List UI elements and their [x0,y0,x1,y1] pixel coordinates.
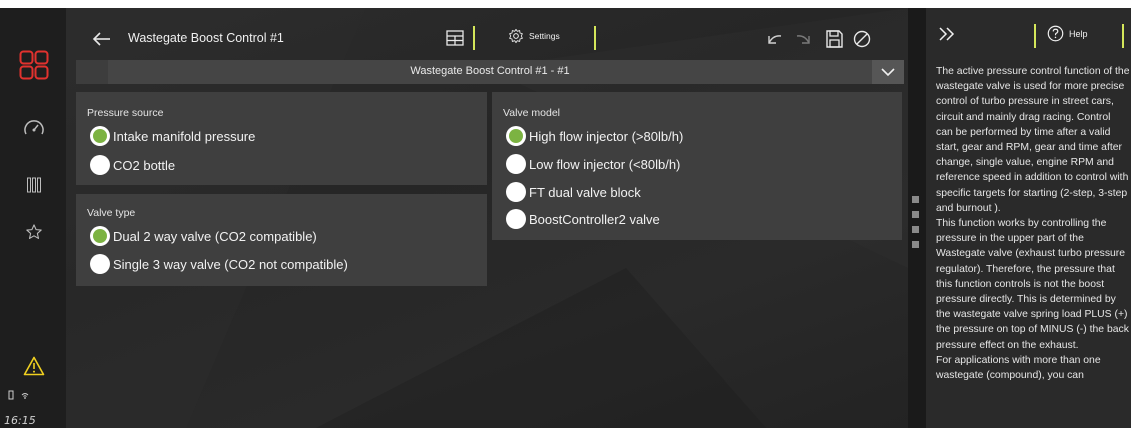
option-label: CO2 bottle [113,157,176,173]
undo-icon[interactable] [763,28,785,50]
toolbar-separator [473,26,475,50]
toolbar-separator [1034,24,1036,48]
valve-type-panel: Valve type Dual 2 way valve (CO2 compati… [76,194,487,286]
save-icon[interactable] [823,28,845,50]
main-pane: Wastegate Boost Control #1 Settings Wast… [66,8,908,428]
valve-model-title: Valve model [503,107,561,119]
help-circle-icon [1047,25,1064,42]
option-label: Intake manifold pressure [113,128,256,144]
help-label: Help [1069,28,1088,39]
device-status-icons [8,390,32,403]
back-arrow-icon[interactable] [90,27,114,51]
option-label: Single 3 way valve (CO2 not compatible) [113,256,348,272]
valve-model-option[interactable]: Low flow injector (<80lb/h) [506,154,680,174]
valve-model-option[interactable]: BoostController2 valve [506,209,660,229]
radio-unselected[interactable] [506,209,526,229]
app-window: 16:15 Wastegate Boost Control #1 Setting… [0,8,1131,428]
page-title: Wastegate Boost Control #1 [128,31,284,45]
valve-type-option[interactable]: Dual 2 way valve (CO2 compatible) [90,226,317,246]
radio-unselected[interactable] [90,254,110,274]
option-label: BoostController2 valve [529,211,660,227]
warning-icon[interactable] [17,349,51,383]
left-nav-rail: 16:15 [0,8,66,428]
toolbar-separator [594,26,596,50]
radio-selected[interactable] [506,126,526,146]
valve-model-panel: Valve model High flow injector (>80lb/h)… [492,92,902,240]
valve-model-option[interactable]: High flow injector (>80lb/h) [506,126,683,146]
radio-unselected[interactable] [506,182,526,202]
selector-prev[interactable] [76,60,108,84]
selector-label: Wastegate Boost Control #1 - #1 [410,65,570,77]
redo-icon[interactable] [793,28,815,50]
valve-model-option[interactable]: FT dual valve block [506,182,641,202]
top-toolbar: Wastegate Boost Control #1 Settings [76,18,898,60]
star-icon[interactable] [17,215,51,249]
clock: 16:15 [4,414,36,427]
valve-type-option[interactable]: Single 3 way valve (CO2 not compatible) [90,254,348,274]
option-label: Low flow injector (<80lb/h) [529,156,681,172]
settings-gear-icon [509,28,523,44]
instance-selector[interactable]: Wastegate Boost Control #1 - #1 [76,60,904,84]
help-pane: Help The active pressure control functio… [926,8,1131,428]
radio-selected[interactable] [90,126,110,146]
dashboard-grid-icon[interactable] [17,48,51,82]
radio-unselected[interactable] [90,155,110,175]
help-button[interactable]: Help [1047,25,1088,42]
table-icon[interactable] [444,27,466,49]
toolbar-separator [1122,24,1124,48]
disable-icon[interactable] [851,28,873,50]
pressure-source-panel: Pressure source Intake manifold pressure… [76,92,487,185]
radio-unselected[interactable] [506,154,526,174]
pressure-source-option[interactable]: CO2 bottle [90,155,175,175]
option-label: Dual 2 way valve (CO2 compatible) [113,228,317,244]
page-indicator-dot[interactable] [912,211,919,218]
radio-selected[interactable] [90,226,110,246]
help-text: The active pressure control function of … [936,66,1130,382]
option-label: High flow injector (>80lb/h) [529,128,684,144]
valve-type-title: Valve type [87,207,136,219]
chevron-down-icon[interactable] [872,60,904,84]
collapse-chevrons-icon[interactable] [938,26,956,42]
page-indicator-dot[interactable] [912,241,919,248]
pressure-source-title: Pressure source [87,107,164,119]
pressure-source-option[interactable]: Intake manifold pressure [90,126,255,146]
bars-icon[interactable] [17,168,51,202]
settings-button[interactable]: Settings [508,28,560,44]
page-indicator-dot[interactable] [912,196,919,203]
gauge-icon[interactable] [17,111,51,145]
settings-label: Settings [529,31,560,41]
option-label: FT dual valve block [529,184,641,200]
page-indicator-dot[interactable] [912,226,919,233]
